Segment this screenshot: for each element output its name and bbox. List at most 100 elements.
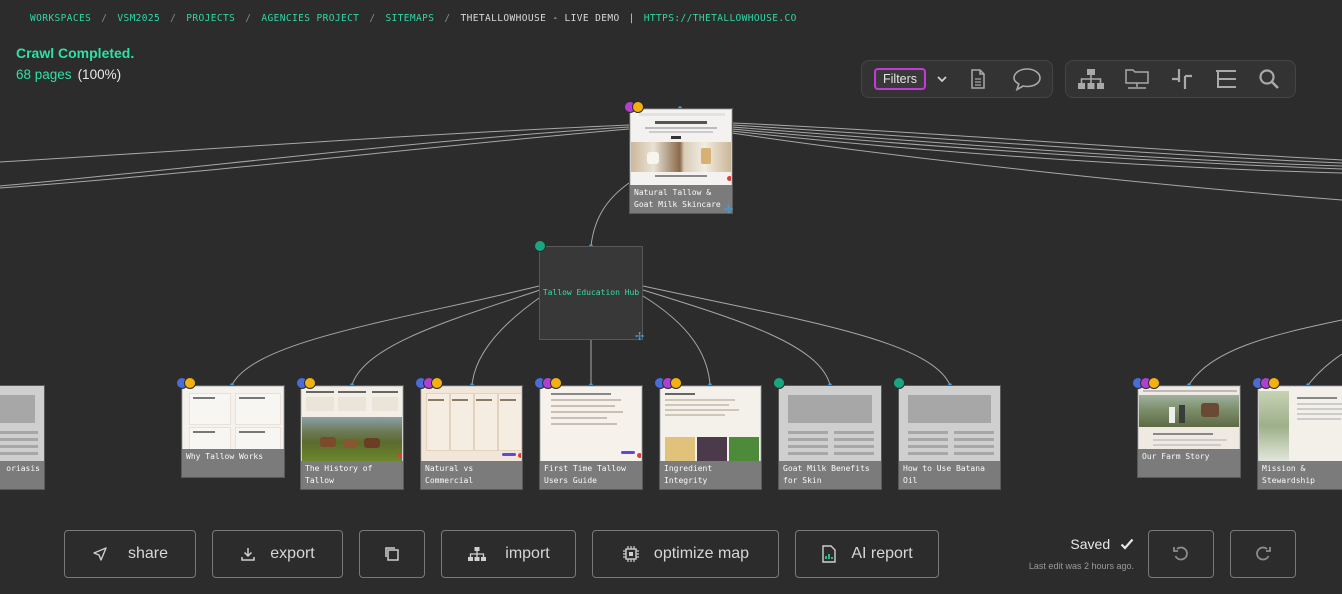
badge-dot [534,240,546,252]
page-thumbnail [422,387,521,463]
breadcrumb-separator: / [170,12,177,24]
crawl-status: Crawl Completed. 68 pages (100%) [16,45,134,82]
badge-dot [1148,377,1160,389]
saved-indicator: Saved [1010,536,1134,553]
badge-dot [304,377,316,389]
share-button[interactable]: share [64,530,196,578]
filters-button[interactable]: Filters [874,68,927,90]
page-thumbnail [541,387,641,463]
sitemap-node-tallow-education-hub[interactable]: Tallow Education Hub [539,246,643,340]
comment-icon[interactable] [1012,67,1042,91]
node-badges [415,377,443,389]
sitemap-node-natural-vs-commercial[interactable]: Natural vs Commercial Skincar... [420,385,523,490]
sitemap-node-batana-oil[interactable]: How to Use Batana Oil [898,385,1001,490]
redo-button[interactable] [1230,530,1296,578]
node-label: Natural vs Commercial Skincar... [421,461,522,489]
breadcrumb-agencies-project[interactable]: AGENCIES PROJECT [261,13,359,24]
page-thumbnail [661,387,760,463]
hub-label: Tallow Education Hub [542,288,640,297]
node-label: Mission & Stewardship [1258,461,1342,489]
node-label: Goat Milk Benefits for Skin [779,461,881,489]
copy-icon [383,545,401,563]
layout-toolbar [1065,60,1296,98]
sitemap-node-mission-stewardship[interactable]: Mission & Stewardship [1257,385,1342,490]
sitemap-canvas[interactable]: WORKSPACES / VSM2025 / PROJECTS / AGENCI… [0,0,1342,594]
page-count: 68 pages [16,67,72,82]
breadcrumb-workspaces[interactable]: WORKSPACES [30,13,91,24]
sitemap-node-history-of-tallow[interactable]: The History of Tallow [300,385,404,490]
badge-dot [1268,377,1280,389]
node-label: oriasis [0,461,44,489]
import-label: import [505,545,550,562]
node-label: First Time Tallow Users Guide [540,461,642,489]
breadcrumb-sitemaps[interactable]: SITEMAPS [385,13,434,24]
optimize-map-button[interactable]: optimize map [592,530,779,578]
sitemap-node-why-tallow-works[interactable]: Why Tallow Works [181,385,285,478]
badge-dot [893,377,905,389]
document-icon[interactable] [970,69,986,89]
badge-dot [773,377,785,389]
report-icon [821,545,837,563]
node-badges [624,101,644,113]
sitemap-node-ingredient-integrity[interactable]: Ingredient Integrity Standard... [659,385,762,490]
sitemap-node-our-farm-story[interactable]: Our Farm Story [1137,385,1241,478]
sitemap-tree-icon [467,546,487,562]
sitemap-node-first-time-users-guide[interactable]: First Time Tallow Users Guide [539,385,643,490]
search-icon[interactable] [1258,68,1280,90]
crawl-status-title: Crawl Completed. [16,45,135,61]
breadcrumb-projects[interactable]: PROJECTS [186,13,235,24]
node-badges [296,377,316,389]
expand-icon[interactable]: ✢ [635,332,644,343]
chevron-down-icon[interactable] [936,73,948,85]
breadcrumb-pipe: | [628,12,635,24]
badge-dot [431,377,443,389]
sitemap-node-psoriasis[interactable]: oriasis [0,385,45,490]
ai-report-label: AI report [851,545,913,562]
redo-icon [1254,545,1272,563]
undo-icon [1172,545,1190,563]
page-thumbnail [0,387,43,463]
share-label: share [127,545,169,562]
page-thumbnail [302,387,402,463]
duplicate-button[interactable] [359,530,425,578]
sitemap-node-goat-milk-benefits[interactable]: Goat Milk Benefits for Skin [778,385,882,490]
view-toolbar: Filters [861,60,1053,98]
badge-dot [632,101,644,113]
node-badges [176,377,196,389]
download-icon [240,546,256,562]
node-label: How to Use Batana Oil [899,461,1000,489]
node-badges [1132,377,1160,389]
split-icon[interactable] [1170,67,1194,91]
breadcrumb-separator: / [245,12,252,24]
node-badges [1252,377,1280,389]
sitemap-tree-icon[interactable] [1076,68,1106,90]
node-label: The History of Tallow [301,461,403,489]
badge-dot [670,377,682,389]
crawl-page-count: 68 pages (100%) [16,67,134,82]
crawl-percent: (100%) [77,67,122,82]
export-label: export [270,545,315,562]
save-status: Saved Last edit was 2 hours ago. [1010,536,1134,571]
sitemap-node-home[interactable]: Natural Tallow & Goat Milk Skincare [629,108,733,214]
ai-report-button[interactable]: AI report [795,530,939,578]
import-button[interactable]: import [441,530,576,578]
export-button[interactable]: export [212,530,343,578]
last-edit-text: Last edit was 2 hours ago. [1028,561,1134,571]
undo-button[interactable] [1148,530,1214,578]
folder-network-icon[interactable] [1124,67,1150,91]
chip-icon [622,545,640,563]
node-label: Our Farm Story [1138,449,1240,477]
page-thumbnail [631,110,731,186]
breadcrumb-vsm2025[interactable]: VSM2025 [117,13,160,24]
node-badges [654,377,682,389]
site-url-link[interactable]: HTTPS://THETALLOWHOUSE.CO [644,13,797,24]
expand-icon[interactable]: ✢ [724,205,733,216]
send-icon [92,546,108,562]
node-badges [534,377,562,389]
page-thumbnail [780,387,880,463]
node-label: Ingredient Integrity Standard... [660,461,761,489]
page-thumbnail [1259,387,1342,463]
badge-dot [550,377,562,389]
outline-icon[interactable] [1214,68,1238,90]
breadcrumb: WORKSPACES / VSM2025 / PROJECTS / AGENCI… [30,11,797,25]
